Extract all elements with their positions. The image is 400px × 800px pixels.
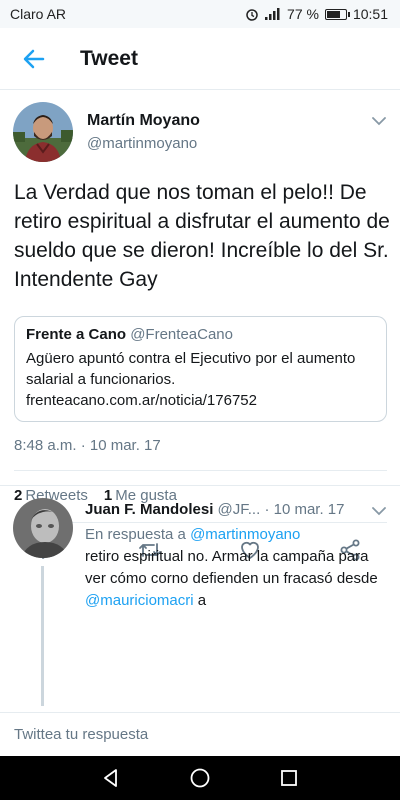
tweet: Martín Moyano @martinmoyano La Verdad qu… xyxy=(0,90,400,561)
status-bar: Claro AR 77 % 10:51 xyxy=(0,0,400,28)
reply-header: Juan F. Mandolesi @JF... · 10 mar. 17 xyxy=(85,500,365,520)
avatar[interactable] xyxy=(13,498,73,558)
battery-percent: 77 % xyxy=(287,6,319,22)
carrier-label: Claro AR xyxy=(10,6,67,22)
quote-author-name: Frente a Cano xyxy=(26,326,127,343)
status-icons: 77 % 10:51 xyxy=(245,6,388,22)
avatar[interactable] xyxy=(13,102,73,162)
reply-date: · 10 mar. 17 xyxy=(264,501,345,518)
chevron-down-icon[interactable] xyxy=(370,502,388,520)
thread-line xyxy=(41,566,44,706)
nav-home-button[interactable] xyxy=(188,766,212,790)
chevron-down-icon[interactable] xyxy=(370,112,388,130)
author-handle[interactable]: @martinmoyano xyxy=(87,135,197,152)
reply-author-name[interactable]: Juan F. Mandolesi xyxy=(85,501,213,518)
reply-compose-input[interactable]: Twittea tu respuesta xyxy=(0,712,400,756)
alarm-icon xyxy=(246,9,258,21)
reply-tweet[interactable]: Juan F. Mandolesi @JF... · 10 mar. 17 En… xyxy=(0,485,400,715)
reply-text-part1: retiro espiritual no. Armar la campaña p… xyxy=(85,548,378,587)
reply-author-handle[interactable]: @JF... xyxy=(218,501,261,518)
quote-author-handle: @FrenteaCano xyxy=(130,326,233,343)
quote-header: Frente a Cano @FrenteaCano xyxy=(26,325,375,345)
quote-text: Agüero apuntó contra el Ejecutivo por el… xyxy=(26,350,356,409)
back-button[interactable] xyxy=(0,28,68,90)
mention-link[interactable]: @martinmoyano xyxy=(190,526,300,543)
clock: 10:51 xyxy=(352,6,388,22)
author-name[interactable]: Martín Moyano xyxy=(87,112,200,130)
page-title: Tweet xyxy=(80,46,138,70)
tweet-author: Martín Moyano @martinmoyano xyxy=(0,90,400,168)
mention-link[interactable]: @mauriciomacri xyxy=(85,592,194,609)
tweet-timestamp: 8:48 a.m. · 10 mar. 17 xyxy=(14,437,161,454)
tweet-text: La Verdad que nos toman el pelo!! De ret… xyxy=(14,181,390,291)
nav-home-icon xyxy=(190,768,210,788)
nav-recents-icon xyxy=(281,770,297,786)
battery-icon xyxy=(324,8,350,20)
reply-text-part2: a xyxy=(197,592,207,609)
divider xyxy=(14,470,387,471)
reply-text: En respuesta a @martinmoyano retiro espi… xyxy=(85,524,385,612)
system-nav-bar xyxy=(0,756,400,800)
in-reply-to-label: En respuesta a xyxy=(85,526,186,543)
app-header: Tweet xyxy=(0,28,400,90)
quoted-tweet[interactable]: Frente a Cano @FrenteaCano Agüero apuntó… xyxy=(14,316,387,422)
back-arrow-icon xyxy=(23,49,45,68)
nav-recents-button[interactable] xyxy=(277,766,301,790)
nav-back-button[interactable] xyxy=(99,766,123,790)
nav-back-icon xyxy=(104,769,117,787)
signal-icon xyxy=(265,8,280,20)
compose-placeholder: Twittea tu respuesta xyxy=(14,726,149,743)
